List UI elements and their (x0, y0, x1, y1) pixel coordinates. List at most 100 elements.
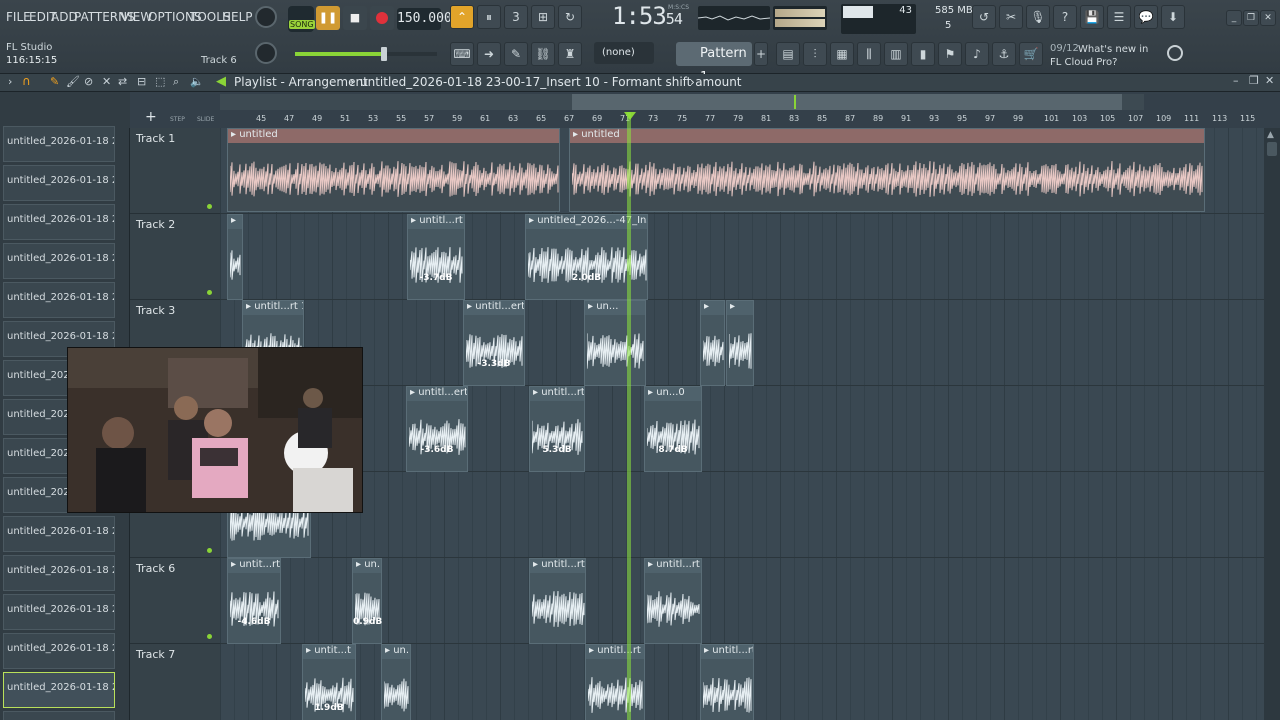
metronome-icon[interactable]: ⌃ (450, 5, 474, 29)
clip-header[interactable]: ▸ un...0 (645, 387, 701, 401)
browser-item[interactable]: untitled_2026-01-18 23-... (3, 711, 115, 720)
mute-icon[interactable]: ✕ (102, 75, 111, 88)
clip-header[interactable]: ▸ (228, 215, 242, 229)
clip-header[interactable]: ▸ untitl...rt 12 (586, 645, 644, 659)
audio-clip[interactable]: ▸ untit...t 10 1.9dB (302, 644, 356, 720)
browser-item[interactable]: untitled_2026-01-18 22-... (3, 126, 115, 162)
audio-clip[interactable]: ▸ untitled (569, 128, 1205, 212)
browser-item[interactable]: untitled_2026-01-18 23-... (3, 672, 115, 708)
clip-header[interactable]: ▸ untitl...rt 12 (701, 645, 753, 659)
master-volume-knob[interactable] (255, 6, 277, 28)
sequencer-icon[interactable]: ▦ (830, 42, 854, 66)
clip-header[interactable]: ▸ untitl...rt 10 (243, 301, 303, 315)
clip-header[interactable]: ▸ untitled (228, 129, 559, 143)
download-icon[interactable]: ⬇ (1161, 5, 1185, 29)
browser-item[interactable]: untitled_2026-01-18 22-... (3, 282, 115, 318)
timeline-ruler[interactable]: + STEP SLIDE 45 47 49 51 53 55 57 59 61 63 65 67 69 7… (0, 92, 1280, 128)
master-slider-handle[interactable] (381, 47, 387, 61)
track-header[interactable]: Track 1 (130, 128, 220, 214)
channel-rack-icon[interactable]: ⫶ (803, 42, 827, 66)
tempo-tap-icon[interactable]: ♪ (965, 42, 989, 66)
stop-button[interactable]: ■ (343, 6, 367, 30)
loop-record-icon[interactable]: ↻ (558, 5, 582, 29)
audio-clip[interactable]: ▸ un... (584, 300, 646, 386)
audio-clip[interactable]: ▸ (726, 300, 754, 386)
speaker-icon[interactable]: 🔈 (190, 75, 204, 88)
menu-file[interactable]: FILE (6, 10, 31, 24)
clip-header[interactable]: ▸ un... (353, 559, 381, 573)
pattern-selector[interactable]: Pattern 1 (676, 42, 752, 85)
link-icon[interactable]: ⛓ (531, 42, 555, 66)
track-lane[interactable] (220, 214, 1264, 300)
countdown-icon[interactable]: 3 (504, 5, 528, 29)
scroll-up-icon[interactable]: ▲ (1267, 130, 1274, 140)
play-button[interactable]: ❚❚ (316, 6, 340, 30)
help-icon[interactable]: ? (1053, 5, 1077, 29)
audio-clip[interactable]: ▸ untit...rt 11 -4.6dB (227, 558, 281, 644)
edison-icon[interactable]: ⚓ (992, 42, 1016, 66)
clip-header[interactable]: ▸ untitl...ert 10 (464, 301, 524, 315)
tempo-display[interactable]: 150.000 (397, 8, 452, 30)
audio-clip[interactable]: ▸ un... 0.9dB (352, 558, 382, 644)
browser-item[interactable]: untitled_2026-01-18 22-... (3, 165, 115, 201)
overview-scroll-thumb[interactable] (572, 94, 1122, 110)
browser-item[interactable]: untitled_2026-01-18 22-... (3, 243, 115, 279)
browser-item[interactable]: untitled_2026-01-18 22-... (3, 204, 115, 240)
audio-clip[interactable]: ▸ (227, 214, 243, 300)
browser-item[interactable]: untitled_2026-01-18 23-... (3, 633, 115, 669)
arrow-right-icon[interactable]: › (8, 75, 12, 88)
wait-input-icon[interactable]: ⏸ (477, 5, 501, 29)
globe-icon[interactable] (1167, 45, 1183, 61)
clip-header[interactable]: ▸ untitled (570, 129, 1204, 143)
track-enable-led[interactable] (207, 290, 212, 295)
track-header[interactable]: Track 6 (130, 558, 220, 644)
pat-song-switch[interactable]: SONG (288, 6, 315, 32)
minimize-icon[interactable]: _ (1226, 10, 1242, 26)
playlist-arrow-icon[interactable]: ◀ (216, 74, 226, 89)
piano-roll-icon[interactable]: ⌨ (450, 42, 474, 66)
zoom-icon[interactable]: ⌕ (173, 75, 179, 89)
clip-header[interactable]: ▸ un... (382, 645, 410, 659)
audio-clip[interactable]: ▸ untitled (227, 128, 560, 212)
track-lane[interactable] (220, 472, 1264, 558)
audio-clip[interactable]: ▸ untitl...rt 10 5.3dB (529, 386, 585, 472)
audio-clip[interactable]: ▸ untitl...rt 12 (529, 558, 586, 644)
clip-header[interactable]: ▸ untit...rt 11 (228, 559, 280, 573)
track-lane[interactable] (220, 386, 1264, 472)
restore-icon[interactable]: ❐ (1243, 10, 1259, 26)
paint-icon[interactable]: 🖌 (66, 75, 80, 88)
record-button[interactable] (370, 6, 394, 30)
clip-header[interactable]: ▸ untitl...rt 12 (530, 559, 585, 573)
playlist-minimize-icon[interactable]: – (1233, 74, 1239, 87)
audio-clip[interactable]: ▸ untitl...rt 12 (585, 644, 645, 720)
audio-clip[interactable]: ▸ untitl...rt 12 (644, 558, 702, 644)
overview-scrollbar[interactable] (220, 94, 1144, 110)
close-icon[interactable]: ✕ (1260, 10, 1276, 26)
none-selector[interactable]: (none) (594, 42, 654, 64)
browser-icon[interactable]: ▮ (911, 42, 935, 66)
microphone-icon[interactable]: 🎙 (1026, 5, 1050, 29)
step-edit-icon[interactable]: ⊞ (531, 5, 555, 29)
clip-header[interactable]: ▸ un... (585, 301, 645, 315)
playlist-restore-icon[interactable]: ❐ (1249, 74, 1259, 87)
track-enable-led[interactable] (207, 548, 212, 553)
pitch-knob[interactable] (255, 42, 277, 64)
audio-clip[interactable]: ▸ untitl...rt 12 (700, 644, 754, 720)
chat-icon[interactable]: 💬 (1134, 5, 1158, 29)
menu-help[interactable]: HELP (222, 10, 253, 24)
cart-icon[interactable]: 🛒 (1019, 42, 1043, 66)
clip-header[interactable]: ▸ untitl...rt 12 (645, 559, 701, 573)
pencil-icon[interactable]: ✎ (504, 42, 528, 66)
delete-icon[interactable]: ⊘ (84, 75, 93, 88)
slice-icon[interactable]: ⊟ (137, 75, 146, 88)
clip-header[interactable]: ▸ untitl...ert 10 (407, 387, 467, 401)
vertical-scrollbar[interactable]: ▲ (1264, 128, 1280, 720)
track-enable-led[interactable] (207, 634, 212, 639)
clip-header[interactable]: ▸ (701, 301, 724, 315)
magnet-icon[interactable]: ∩ (22, 74, 31, 88)
audio-clip[interactable]: ▸ un...0 8.7dB (644, 386, 702, 472)
news-text[interactable]: What's new in FL Cloud Pro? (1050, 43, 1160, 69)
arrow-icon[interactable]: ➜ (477, 42, 501, 66)
mixer-icon[interactable]: ⫼ (857, 42, 881, 66)
channel-icon[interactable]: ▥ (884, 42, 908, 66)
